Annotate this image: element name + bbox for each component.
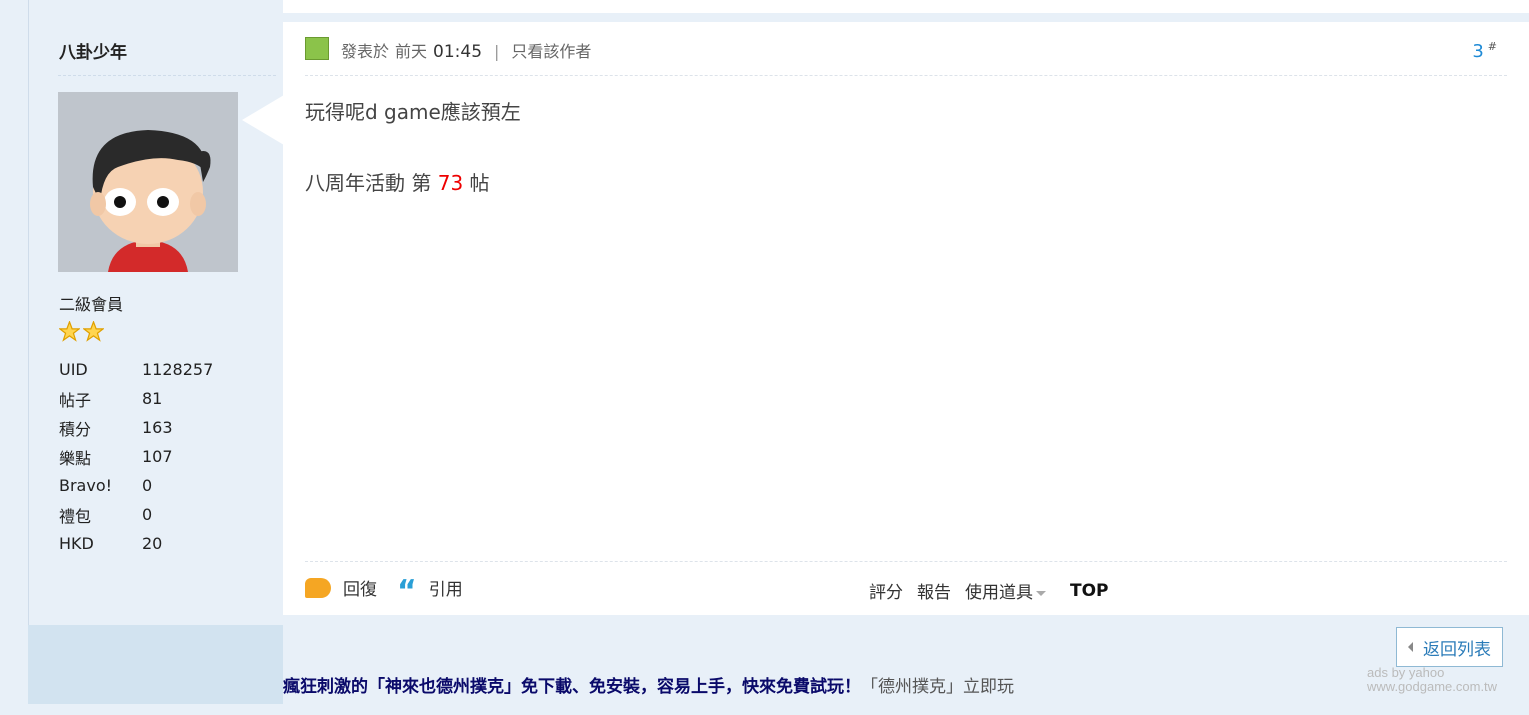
- event-suffix: 帖: [469, 171, 490, 195]
- text-ad[interactable]: 瘋狂刺激的「神來也德州撲克」免下載、免安裝，容易上手，快來免費試玩！「德州撲克」…: [283, 672, 1014, 697]
- reply-button[interactable]: 回復: [305, 575, 377, 600]
- stat-label: Bravo!: [59, 476, 113, 495]
- event-number: 73: [437, 171, 464, 195]
- stat-uid: UID 1128257: [59, 355, 213, 384]
- stat-value: 107: [142, 447, 173, 466]
- quote-button[interactable]: “ 引用: [397, 573, 463, 609]
- event-prefix: 八周年活動 第: [305, 171, 432, 195]
- ad-tag-line1: ads by yahoo: [1367, 665, 1445, 680]
- post-meta: 發表於 前天 01:45 | 只看該作者: [341, 38, 591, 62]
- stat-bravo: Bravo! 0: [59, 471, 213, 500]
- post-actions-right: 評分 報告 使用道具 TOP: [869, 578, 1109, 604]
- stat-value: 163: [142, 418, 173, 437]
- event-line: 八周年活動 第 73 帖: [305, 167, 521, 196]
- stat-lepoints: 樂點 107: [59, 442, 213, 471]
- stat-hkd: HKD 20: [59, 529, 213, 558]
- meta-separator: |: [494, 42, 500, 61]
- stat-value: 0: [142, 476, 153, 495]
- divider: [58, 75, 276, 76]
- previous-post-bottom: [283, 0, 1529, 13]
- quote-label: 引用: [428, 580, 463, 600]
- ad-attribution: ads by yahoo www.godgame.com.tw: [1367, 666, 1497, 693]
- bottom-band: [28, 625, 1529, 715]
- post-header: 發表於 前天 01:45 | 只看該作者 3 #: [305, 36, 1507, 76]
- reply-label: 回復: [343, 580, 377, 600]
- member-rank: 二級會員: [59, 295, 124, 314]
- ad-tag-line2: www.godgame.com.tw: [1367, 678, 1498, 694]
- posted-label: 發表於: [341, 42, 390, 61]
- stat-gift: 禮包 0: [59, 500, 213, 529]
- stat-posts: 帖子 81: [59, 384, 213, 413]
- back-to-list-button[interactable]: 返回列表: [1396, 627, 1503, 667]
- ad-tail[interactable]: 「德州撲克」立即玩: [861, 677, 1014, 697]
- posted-day: 前天: [395, 42, 428, 61]
- report-link[interactable]: 報告: [917, 578, 951, 603]
- ad-headline[interactable]: 瘋狂刺激的「神來也德州撲克」免下載、免安裝，容易上手，快來免費試玩！: [283, 677, 861, 697]
- post-footer: 回復 “ 引用 評分 報告 使用道具 TOP: [305, 561, 1507, 609]
- stat-label: 樂點: [59, 448, 92, 468]
- reply-icon: [305, 577, 331, 598]
- posted-time: 01:45: [433, 42, 483, 62]
- stat-points: 積分 163: [59, 413, 213, 442]
- stat-label: HKD: [59, 534, 94, 553]
- post-body: 玩得呢d game應該預左 八周年活動 第 73 帖: [305, 96, 521, 196]
- back-arrow-icon: [1408, 642, 1413, 652]
- author-username[interactable]: 八卦少年: [59, 38, 127, 63]
- rank-stars: [59, 321, 104, 342]
- avatar[interactable]: [58, 92, 238, 272]
- stat-value[interactable]: 81: [142, 389, 162, 408]
- only-author-link[interactable]: 只看該作者: [511, 38, 591, 62]
- post-content-panel: 發表於 前天 01:45 | 只看該作者 3 # 玩得呢d game應該預左 八周…: [283, 22, 1529, 615]
- chevron-down-icon: [1036, 590, 1046, 596]
- use-item-menu[interactable]: 使用道具: [965, 578, 1046, 603]
- author-stats: UID 1128257 帖子 81 積分 163 樂點 107 Bravo! 0 禮包 0 …: [59, 355, 213, 558]
- use-item-label: 使用道具: [965, 583, 1033, 603]
- rate-link[interactable]: 評分: [869, 578, 903, 603]
- stat-label: UID: [59, 360, 88, 379]
- quote-icon: “: [397, 573, 417, 609]
- post-text: 玩得呢d game應該預左: [305, 100, 521, 124]
- stat-label: 禮包: [59, 506, 92, 526]
- stat-value[interactable]: 1128257: [142, 360, 213, 379]
- floor-mark: #: [1487, 40, 1497, 53]
- stat-label: 帖子: [59, 390, 92, 410]
- post-actions-left: 回復 “ 引用: [305, 573, 483, 609]
- online-status-icon: [305, 37, 329, 60]
- star-icon: [59, 321, 80, 342]
- post-pointer-arrow: [242, 95, 284, 145]
- stat-value: 0: [142, 505, 153, 524]
- star-icon: [83, 321, 104, 342]
- floor-number[interactable]: 3: [1472, 41, 1483, 62]
- stat-value: 20: [142, 534, 163, 553]
- bottom-sidebar-block: [28, 625, 283, 704]
- stat-label: 積分: [59, 419, 92, 439]
- top-link[interactable]: TOP: [1070, 581, 1109, 601]
- back-to-list-label: 返回列表: [1423, 639, 1491, 660]
- post-floor-number[interactable]: 3 #: [1472, 40, 1497, 62]
